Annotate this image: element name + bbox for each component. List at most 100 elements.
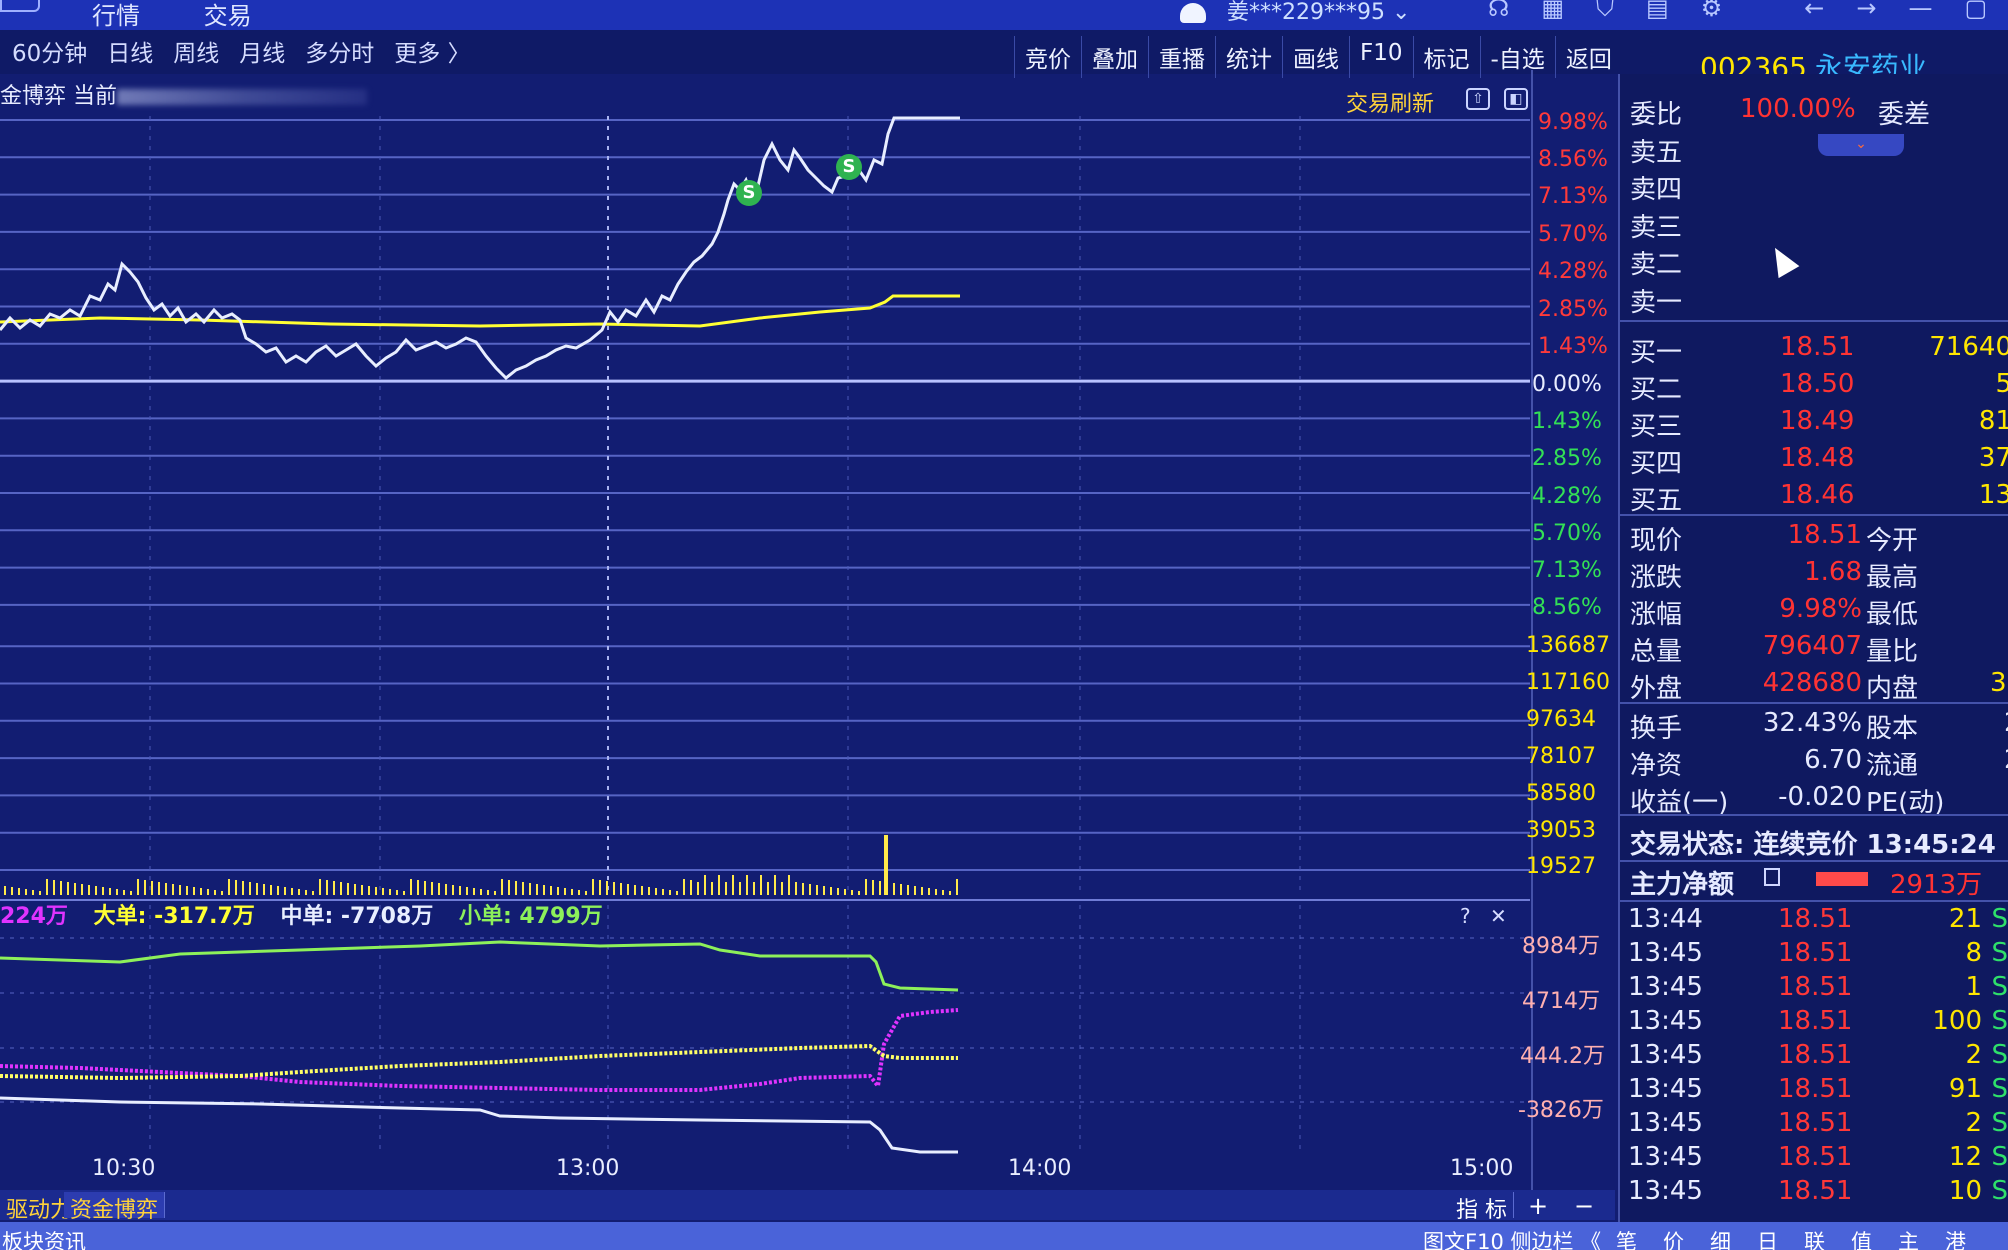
volume-bar [298, 889, 300, 895]
quote-extra: 36 [1990, 668, 2008, 698]
axis-up-2: 2.85% [1538, 297, 1608, 322]
table-icon[interactable] [1764, 868, 1780, 886]
trade-tick[interactable]: 13:45 18.51 10 S [1628, 1176, 2008, 1210]
main-net-flow: 主力净额 2913万 [1630, 864, 1982, 900]
trade-tick[interactable]: 13:45 18.51 8 S [1628, 938, 2008, 972]
legend-mid: 中单: -7708万 [280, 904, 434, 929]
volume-bar [207, 889, 209, 895]
volume-bar [802, 883, 804, 895]
bid-label: 买五 [1630, 486, 1683, 516]
zoom-in-button[interactable]: + [1528, 1192, 1548, 1220]
x-axis-1030: 10:30 [92, 1156, 156, 1181]
quote-row: 现价 18.51 今开 [1630, 520, 1918, 556]
volume-bar [116, 889, 118, 895]
sidebar-toggle[interactable]: 图文F10 侧边栏 《 [1423, 1226, 1601, 1250]
trade-tick[interactable]: 13:45 18.51 12 S [1628, 1142, 2008, 1176]
volume-bar [949, 891, 951, 895]
volume-bar [592, 879, 594, 895]
ask1-label: 卖一 [1630, 288, 1683, 318]
volume-bar [284, 887, 286, 895]
notes-icon[interactable]: ▤ [1646, 0, 1669, 22]
volume-bar [879, 881, 881, 895]
volume-bar [410, 879, 412, 895]
indicator-button[interactable]: 指 标 [1450, 1192, 1514, 1223]
ind-axis-2: 4714万 [1522, 989, 1600, 1014]
divider [1620, 320, 2008, 322]
trade-tick[interactable]: 13:45 18.51 2 S [1628, 1108, 2008, 1142]
volume-bar [795, 882, 797, 895]
fund-label: 净资 [1630, 751, 1683, 781]
volume-bar [235, 880, 237, 895]
volume-bar [382, 888, 384, 895]
bid-row[interactable]: 买一 18.51 71640 [1630, 332, 2008, 368]
volume-bar [18, 888, 20, 895]
tab-capital-game[interactable]: 资金博弈 [64, 1192, 166, 1223]
volume-bar [823, 886, 825, 895]
legend-main: 224万 [0, 904, 68, 929]
volume-bar [403, 891, 405, 895]
trade-tick[interactable]: 13:45 18.51 91 S [1628, 1074, 2008, 1108]
vol-axis-4: 78107 [1526, 744, 1596, 769]
forward-arrow-icon[interactable]: → [1856, 0, 1876, 22]
panel-tab-day[interactable]: 日 [1757, 1226, 1778, 1250]
sell-marker-1[interactable]: S [736, 180, 762, 206]
volume-bar [508, 880, 510, 895]
volume-bar [760, 875, 762, 895]
back-arrow-icon[interactable]: ← [1804, 0, 1824, 22]
tick-volume: 100 [1932, 1006, 1982, 1036]
volume-bar [851, 890, 853, 895]
trade-tick[interactable]: 13:45 18.51 100 S [1628, 1006, 2008, 1040]
volume-bar [81, 884, 83, 895]
close-icon[interactable]: ✕ [1490, 904, 1507, 928]
volume-bar [452, 885, 454, 895]
volume-bar [186, 886, 188, 895]
panel-tab-hk[interactable]: 港 [1945, 1226, 1966, 1250]
panel-tab-link[interactable]: 联 [1804, 1226, 1825, 1250]
quote-right-label: 量比 [1866, 637, 1919, 667]
bid-volume: 13 [1978, 480, 2008, 510]
bid-row[interactable]: 买三 18.49 81 [1630, 406, 2008, 442]
volume-bar [627, 884, 629, 895]
tick-time: 13:45 [1628, 1040, 1703, 1070]
tick-volume: 10 [1948, 1176, 1982, 1206]
volume-bar [725, 882, 727, 895]
panel-tab-detail[interactable]: 细 [1710, 1226, 1731, 1250]
tick-side: S [1991, 1176, 2008, 1206]
gear-icon[interactable]: ⚙ [1701, 0, 1723, 22]
trade-tick[interactable]: 13:44 18.51 21 S [1628, 904, 2008, 938]
tick-side: S [1991, 1074, 2008, 1104]
divider [1620, 814, 2008, 816]
maximize-icon[interactable]: ▢ [1964, 0, 1987, 22]
quote-label: 总量 [1630, 637, 1683, 667]
tick-side: S [1991, 1108, 2008, 1138]
quote-row: 外盘 428680内盘 36 [1630, 668, 2008, 704]
volume-bar [214, 890, 216, 895]
panel-tab-price[interactable]: 价 [1663, 1226, 1684, 1250]
fundamental-row: 净资 6.70流通 2 [1630, 745, 2008, 781]
panel-tab-main[interactable]: 主 [1898, 1226, 1919, 1250]
trade-tick[interactable]: 13:45 18.51 1 S [1628, 972, 2008, 1006]
panel-tab-value[interactable]: 值 [1851, 1226, 1872, 1250]
indicator-big-line [0, 1043, 958, 1081]
volume-bar [606, 881, 608, 895]
bid-row[interactable]: 买二 18.50 5 [1630, 369, 2008, 405]
help-icon[interactable]: ? [1460, 904, 1471, 928]
sell-marker-2[interactable]: S [836, 154, 862, 180]
bid-row[interactable]: 买四 18.48 37 [1630, 443, 2008, 479]
volume-bar [326, 880, 328, 895]
bid-row[interactable]: 买五 18.46 13 [1630, 480, 2008, 516]
axis-up-4: 4.28% [1538, 259, 1608, 284]
volume-bar [620, 883, 622, 895]
zoom-out-button[interactable]: − [1574, 1192, 1594, 1220]
minimize-icon[interactable]: — [1908, 0, 1932, 22]
trade-tick[interactable]: 13:45 18.51 2 S [1628, 1040, 2008, 1074]
chevron-down-icon[interactable]: ⌄ [1818, 134, 1904, 156]
quote-label: 涨跌 [1630, 563, 1683, 593]
volume-bar [88, 885, 90, 895]
volume-bar [753, 882, 755, 895]
sector-news-link[interactable]: 板块资讯 [2, 1226, 86, 1250]
chart-area[interactable] [0, 0, 1618, 1190]
tick-volume: 1 [1965, 972, 1982, 1002]
panel-tab-trades[interactable]: 笔 [1616, 1226, 1637, 1250]
volume-bar [256, 883, 258, 895]
